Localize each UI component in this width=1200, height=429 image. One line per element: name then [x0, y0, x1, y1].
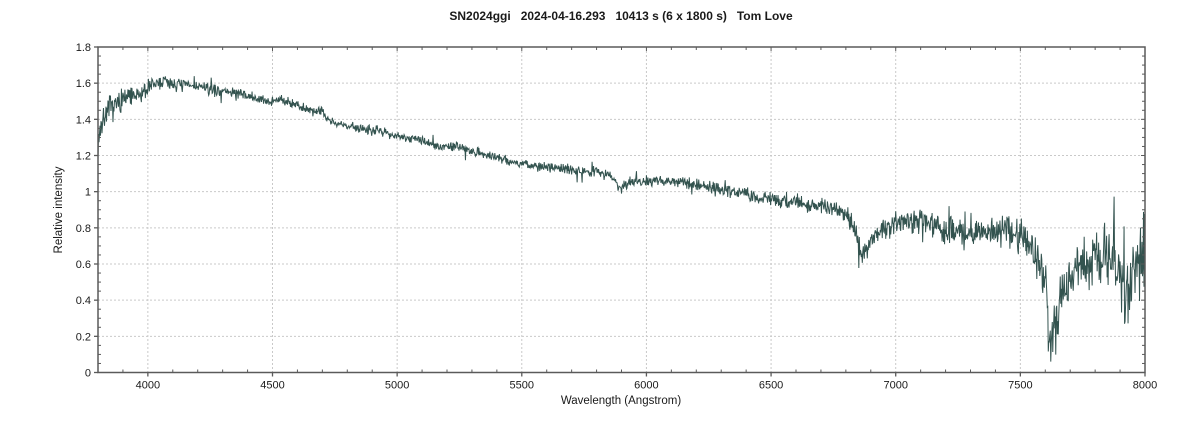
x-tick-label: 5500 — [510, 380, 534, 392]
spectrum-figure: 4000 4500 5000 5500 6000 6500 7000 7500 8000 0 0.2… — [0, 0, 1200, 429]
x-tick-label: 4500 — [260, 380, 284, 392]
y-axis-label: Relative intensity — [53, 166, 65, 253]
x-tick-label: 8000 — [1133, 380, 1157, 392]
x-tick-label: 7500 — [1008, 380, 1032, 392]
y-tick-label: 1.4 — [76, 114, 91, 126]
y-tick-label: 0.4 — [76, 295, 91, 307]
x-tick-label: 4000 — [136, 380, 160, 392]
x-axis-label: Wavelength (Angstrom) — [561, 395, 682, 407]
x-tick-label: 5000 — [385, 380, 409, 392]
y-tick-label: 1.2 — [76, 151, 91, 163]
y-tick-label: 0.8 — [76, 223, 91, 235]
y-tick-label: 1.8 — [76, 42, 91, 54]
y-tick-label: 1.6 — [76, 78, 91, 90]
y-tick-label: 1 — [85, 187, 91, 199]
y-tick-label: 0.6 — [76, 259, 91, 271]
spectrum-chart: 4000 4500 5000 5500 6000 6500 7000 7500 8000 0 0.2… — [0, 0, 1200, 429]
x-tick-label: 6000 — [634, 380, 658, 392]
chart-title: SN2024ggi 2024-04-16.293 10413 s (6 x 18… — [449, 9, 793, 23]
y-tick-label: 0 — [85, 368, 91, 380]
y-tick-label: 0.2 — [76, 331, 91, 343]
x-tick-label: 6500 — [759, 380, 783, 392]
x-tick-label: 7000 — [883, 380, 907, 392]
